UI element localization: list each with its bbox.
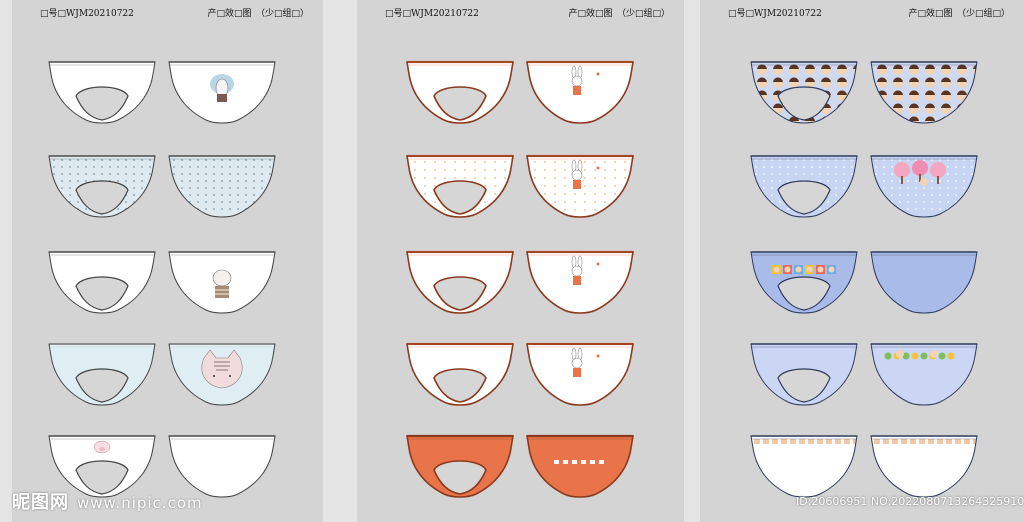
front-view-brief xyxy=(404,340,516,406)
front-view-brief xyxy=(404,432,516,498)
brief-illustration xyxy=(870,435,978,498)
front-view-brief xyxy=(748,152,860,218)
front-view-brief xyxy=(404,152,516,218)
front-view-brief xyxy=(46,152,158,218)
watermark-url: www.nipic.com xyxy=(77,494,203,512)
brief-illustration xyxy=(750,61,858,124)
brief-illustration xyxy=(870,251,978,314)
front-view-brief xyxy=(404,58,516,124)
brief-illustration xyxy=(168,343,276,406)
brief-illustration xyxy=(870,61,978,124)
style-code: □号□WJM20210722 xyxy=(40,9,134,19)
back-view-brief xyxy=(868,58,980,124)
brief-illustration xyxy=(406,342,514,406)
brief-illustration xyxy=(168,251,276,314)
sheet-header: □号□WJM20210722 产□效□图 （少□组□） xyxy=(12,6,323,20)
watermark-brand: 昵图网 xyxy=(12,492,69,513)
back-view-brief xyxy=(868,152,980,218)
brief-illustration xyxy=(406,434,514,498)
brief-illustration xyxy=(526,60,634,124)
back-view-brief xyxy=(524,58,636,124)
brief-illustration xyxy=(750,435,858,498)
back-view-brief xyxy=(166,248,278,314)
brief-illustration xyxy=(526,154,634,218)
back-view-brief xyxy=(524,432,636,498)
brief-illustration xyxy=(48,61,156,124)
front-view-brief xyxy=(46,58,158,124)
sheet-title: 产□效□图 （少□组□） xyxy=(908,9,1010,19)
back-view-brief xyxy=(868,248,980,314)
sheet-header: □号□WJM20210722 产□效□图 （少□组□） xyxy=(700,6,1024,20)
brief-illustration xyxy=(406,154,514,218)
sheet-header: □号□WJM20210722 产□效□图 （少□组□） xyxy=(357,6,684,20)
watermark: 昵图网 www.nipic.com xyxy=(12,488,203,514)
brief-illustration xyxy=(526,342,634,406)
brief-illustration xyxy=(750,343,858,406)
brief-illustration xyxy=(750,251,858,314)
style-code: □号□WJM20210722 xyxy=(728,9,822,19)
image-id-tag: ID:20606951 NO:20220807132643259106 xyxy=(796,495,1024,508)
brief-illustration xyxy=(750,155,858,218)
back-view-brief xyxy=(166,58,278,124)
front-view-brief xyxy=(404,248,516,314)
sheet-title: 产□效□图 （少□组□） xyxy=(207,9,309,19)
brief-illustration xyxy=(48,251,156,314)
brief-illustration xyxy=(168,61,276,124)
front-view-brief xyxy=(748,58,860,124)
brief-illustration xyxy=(48,343,156,406)
brief-illustration xyxy=(526,434,634,498)
brief-illustration xyxy=(526,250,634,314)
brief-illustration xyxy=(406,60,514,124)
sheet-title: 产□效□图 （少□组□） xyxy=(568,9,670,19)
front-view-brief xyxy=(46,248,158,314)
front-view-brief xyxy=(748,248,860,314)
back-view-brief xyxy=(524,340,636,406)
back-view-brief xyxy=(166,152,278,218)
back-view-brief xyxy=(524,248,636,314)
front-view-brief xyxy=(748,432,860,498)
back-view-brief xyxy=(868,432,980,498)
back-view-brief xyxy=(166,340,278,406)
brief-illustration xyxy=(406,250,514,314)
brief-illustration xyxy=(168,155,276,218)
brief-illustration xyxy=(48,155,156,218)
brief-illustration xyxy=(870,155,978,218)
brief-illustration xyxy=(870,343,978,406)
back-view-brief xyxy=(524,152,636,218)
front-view-brief xyxy=(46,340,158,406)
front-view-brief xyxy=(748,340,860,406)
back-view-brief xyxy=(868,340,980,406)
style-code: □号□WJM20210722 xyxy=(385,9,479,19)
